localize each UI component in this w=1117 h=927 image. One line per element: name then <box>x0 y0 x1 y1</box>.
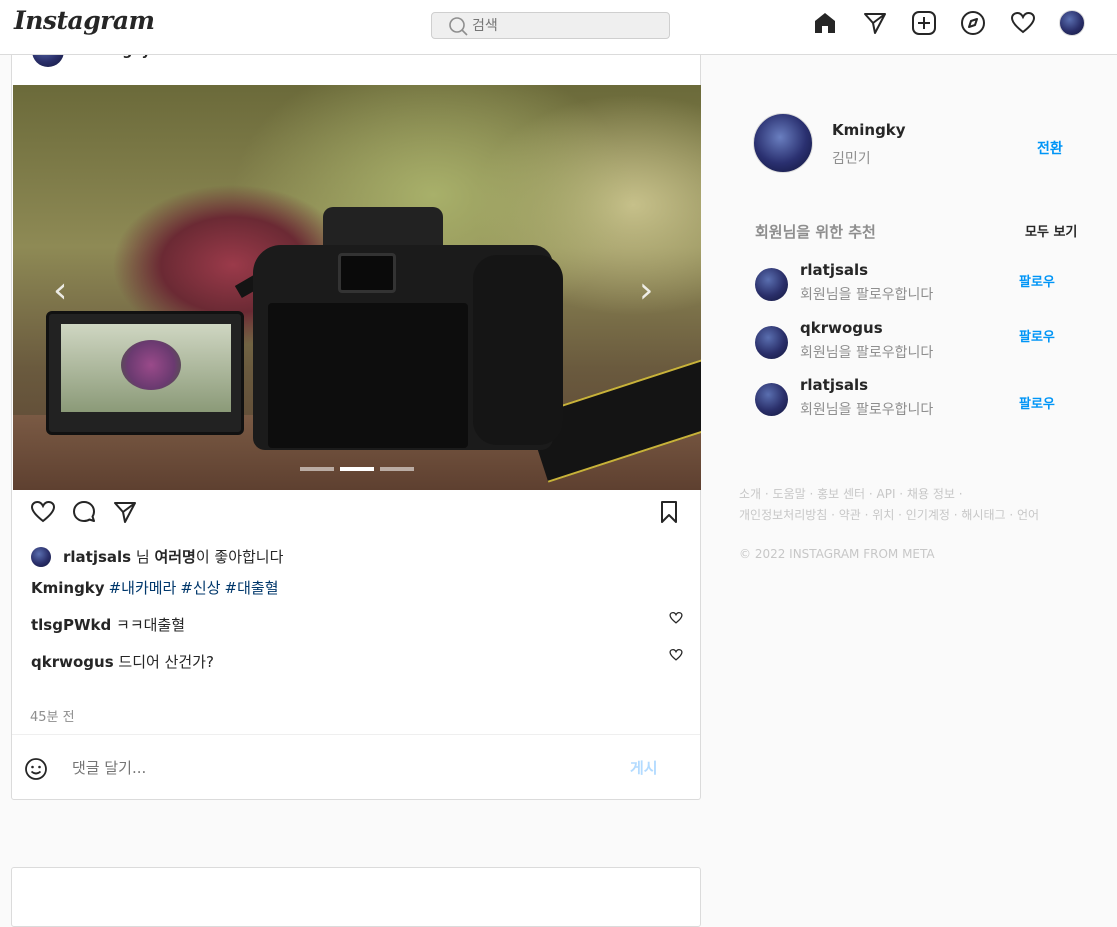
camera-viewfinder <box>338 253 396 293</box>
carousel-dot <box>380 467 414 471</box>
suggestion-avatar[interactable] <box>755 326 788 359</box>
feed-post: Kmingky ‹ › <box>11 35 701 800</box>
flip-screen-image <box>61 324 231 412</box>
see-all-button[interactable]: 모두 보기 <box>1025 221 1077 240</box>
comment-item: tlsgPWkd ㅋㅋ대출혈 <box>31 614 185 635</box>
next-feed-post <box>11 867 701 927</box>
new-post-icon[interactable] <box>911 10 937 36</box>
carousel-indicators <box>300 456 420 475</box>
suggestion-username[interactable]: rlatjsals <box>800 376 868 394</box>
instagram-logo[interactable]: Instagram <box>14 6 155 35</box>
likes-others-link[interactable]: 여러명 <box>154 546 195 567</box>
search-input[interactable] <box>472 16 662 36</box>
home-icon[interactable] <box>812 10 838 36</box>
suggestion-item: rlatjsals 회원님을 팔로우합니다 팔로우 <box>755 261 1085 311</box>
activity-heart-icon[interactable] <box>1010 10 1036 36</box>
camera-grip <box>473 255 563 445</box>
footer-links: 소개 · 도움말 · 홍보 센터 · API · 채용 정보 · 개인정보처리방… <box>739 484 1089 526</box>
footer-links-line[interactable]: 개인정보처리방침 · 약관 · 위치 · 인기계정 · 해시태그 · 언어 <box>739 505 1089 526</box>
carousel-next-arrow[interactable]: › <box>639 270 653 311</box>
likes-text: 님 <box>131 548 155 566</box>
follow-button[interactable]: 팔로우 <box>1019 326 1055 345</box>
profile-username[interactable]: Kmingky <box>832 121 906 139</box>
comment-username[interactable]: tlsgPWkd <box>31 616 111 634</box>
liker-username[interactable]: rlatjsals <box>63 548 131 566</box>
suggestion-item: qkrwogus 회원님을 팔로우합니다 팔로우 <box>755 319 1085 369</box>
share-icon[interactable] <box>112 499 138 529</box>
flower-image <box>121 340 181 390</box>
hashtag-link[interactable]: #대출혈 <box>225 579 279 597</box>
carousel-dot-active <box>340 467 374 471</box>
emoji-smile-icon[interactable] <box>24 757 48 785</box>
carousel-dot <box>300 467 334 471</box>
profile-avatar-nav[interactable] <box>1059 10 1085 36</box>
switch-account-button[interactable]: 전환 <box>1037 138 1063 158</box>
profile-avatar[interactable] <box>753 113 813 173</box>
like-heart-icon[interactable] <box>30 499 56 529</box>
profile-fullname: 김민기 <box>832 151 871 167</box>
search-box[interactable] <box>431 12 670 39</box>
comment-like-heart-icon[interactable] <box>669 647 683 666</box>
follow-button[interactable]: 팔로우 <box>1019 393 1055 412</box>
likes-summary: rlatjsals 님 여러명 이 좋아합니다 <box>31 546 283 567</box>
search-icon <box>448 16 468 40</box>
comment-username[interactable]: qkrwogus <box>31 653 114 671</box>
follow-button[interactable]: 팔로우 <box>1019 271 1055 290</box>
likes-suffix: 이 좋아합니다 <box>195 548 284 566</box>
carousel-prev-arrow[interactable]: ‹ <box>53 270 67 311</box>
comment-like-heart-icon[interactable] <box>669 610 683 629</box>
post-comment-button[interactable]: 게시 <box>630 757 658 778</box>
bookmark-icon[interactable] <box>656 499 682 529</box>
post-caption: Kmingky #내카메라 #신상 #대출혈 <box>31 577 279 598</box>
caption-username[interactable]: Kmingky <box>31 579 105 597</box>
suggestion-subtitle: 회원님을 팔로우합니다 <box>800 287 934 303</box>
divider <box>12 734 700 735</box>
suggestion-subtitle: 회원님을 팔로우합니다 <box>800 402 934 418</box>
explore-compass-icon[interactable] <box>960 10 986 36</box>
post-timestamp[interactable]: 45분 전 <box>30 706 75 725</box>
camera-screen <box>268 303 468 448</box>
suggestion-item: rlatjsals 회원님을 팔로우합니다 팔로우 <box>755 376 1085 426</box>
liker-avatar[interactable] <box>31 546 51 567</box>
suggestion-subtitle: 회원님을 팔로우합니다 <box>800 345 934 361</box>
avatar <box>1059 10 1085 36</box>
direct-message-icon[interactable] <box>862 10 888 36</box>
footer-links-line[interactable]: 소개 · 도움말 · 홍보 센터 · API · 채용 정보 · <box>739 484 1089 505</box>
suggestion-username[interactable]: rlatjsals <box>800 261 868 279</box>
top-navigation-bar: Instagram <box>0 0 1117 55</box>
suggestions-title: 회원님을 위한 추천 <box>755 223 876 241</box>
suggestion-username[interactable]: qkrwogus <box>800 319 883 337</box>
suggestion-avatar[interactable] <box>755 383 788 416</box>
suggestion-avatar[interactable] <box>755 268 788 301</box>
comment-bubble-icon[interactable] <box>71 499 97 529</box>
hashtag-link[interactable]: #신상 <box>180 579 220 597</box>
comment-text: 드디어 산건가? <box>118 653 214 671</box>
comment-input[interactable] <box>72 757 572 779</box>
hashtag-link[interactable]: #내카메라 <box>109 579 177 597</box>
comment-text: ㅋㅋ대출혈 <box>116 616 186 634</box>
comment-item: qkrwogus 드디어 산건가? <box>31 651 214 672</box>
copyright: © 2022 INSTAGRAM FROM META <box>739 547 935 561</box>
camera-flip-screen <box>46 311 244 435</box>
post-photo-carousel[interactable]: ‹ › <box>13 85 701 490</box>
